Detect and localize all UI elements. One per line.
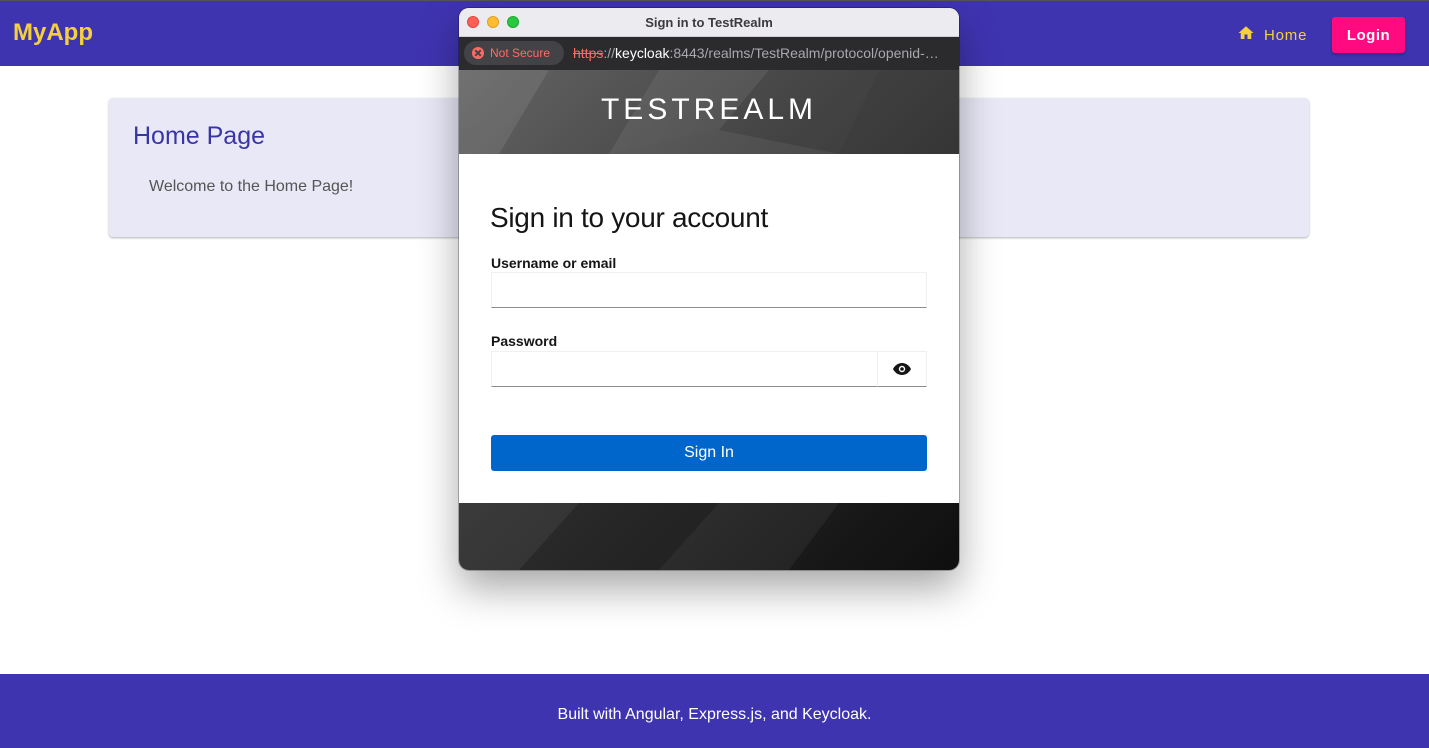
- url-host: keycloak: [615, 45, 670, 61]
- login-panel: Sign in to your account Username or emai…: [459, 154, 959, 503]
- password-input[interactable]: [491, 351, 878, 387]
- url-path: :8443/realms/TestRealm/protocol/openid-c…: [669, 45, 944, 61]
- realm-name: TESTREALM: [600, 93, 818, 126]
- login-button[interactable]: Login: [1332, 17, 1405, 53]
- window-title: Sign in to TestRealm: [645, 15, 773, 30]
- app-logo[interactable]: MyApp: [13, 19, 93, 47]
- window-titlebar[interactable]: Sign in to TestRealm: [459, 8, 959, 37]
- password-label: Password: [491, 333, 558, 349]
- page-title: Home Page: [133, 122, 266, 150]
- nav-home-link[interactable]: Home: [1237, 25, 1307, 45]
- home-icon: [1237, 24, 1255, 46]
- show-password-button[interactable]: [877, 351, 927, 387]
- login-popup-window: Sign in to TestRealm Not Secure https://…: [459, 8, 959, 570]
- footer-background-pattern: [459, 503, 959, 570]
- nav-home-label: Home: [1264, 26, 1308, 44]
- security-label: Not Secure: [490, 46, 551, 60]
- bottom-banner: [459, 503, 959, 570]
- url-text[interactable]: https://keycloak:8443/realms/TestRealm/p…: [573, 45, 943, 61]
- realm-banner: TESTREALM: [459, 70, 959, 154]
- security-badge[interactable]: Not Secure: [464, 41, 564, 65]
- username-input[interactable]: [491, 272, 927, 308]
- welcome-text: Welcome to the Home Page!: [149, 178, 354, 195]
- warning-circle-icon: [472, 47, 484, 59]
- url-separator: ://: [603, 45, 616, 61]
- eye-icon: [893, 363, 911, 375]
- url-scheme: https: [573, 45, 604, 61]
- sign-in-button[interactable]: Sign In: [491, 435, 927, 471]
- username-label: Username or email: [491, 255, 617, 271]
- app-footer: Built with Angular, Express.js, and Keyc…: [0, 674, 1429, 748]
- footer-text: Built with Angular, Express.js, and Keyc…: [557, 706, 872, 723]
- login-heading: Sign in to your account: [490, 202, 768, 233]
- url-bar[interactable]: Not Secure https://keycloak:8443/realms/…: [459, 37, 959, 70]
